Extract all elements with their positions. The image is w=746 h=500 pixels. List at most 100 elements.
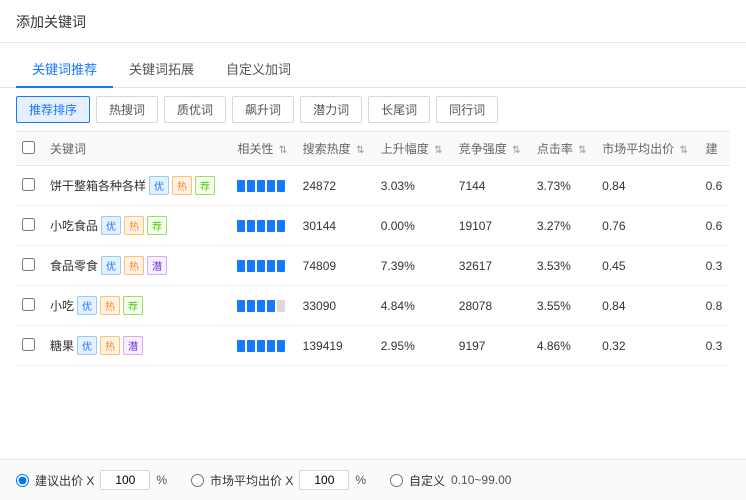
- heat-bar: [277, 180, 285, 192]
- tag-rec: 荐: [147, 216, 167, 235]
- sort-rise-icon: ⇅: [434, 145, 442, 156]
- keyword-table-wrap: 关键词 相关性 ⇅ 搜索热度 ⇅ 上升幅度 ⇅ 竞争强度 ⇅: [0, 131, 746, 366]
- table-row: 食品零食优热潜748097.39%326173.53%0.450.3: [16, 246, 730, 286]
- heat-bar: [257, 340, 265, 352]
- ctr-cell: 4.86%: [531, 326, 596, 366]
- market-bid-label: 市场平均出价 X: [210, 472, 293, 489]
- tag-you: 优: [149, 176, 169, 195]
- rise-cell: 4.84%: [375, 286, 453, 326]
- competition-cell: 28078: [453, 286, 531, 326]
- tag-you: 优: [101, 216, 121, 235]
- keyword-cell: 食品零食优热潜: [44, 246, 231, 286]
- suggest-bid-unit: %: [156, 473, 167, 487]
- tab-hot-search[interactable]: 热搜词: [96, 96, 158, 123]
- header-rise[interactable]: 上升幅度 ⇅: [375, 132, 453, 166]
- row-checkbox-3[interactable]: [22, 298, 35, 311]
- row-checkbox-4[interactable]: [22, 338, 35, 351]
- page-header: 添加关键词: [0, 0, 746, 43]
- rise-cell: 0.00%: [375, 206, 453, 246]
- heat-bar: [237, 340, 245, 352]
- table-row: 小吃优热荐330904.84%280783.55%0.840.8: [16, 286, 730, 326]
- select-all-checkbox[interactable]: [22, 141, 35, 154]
- footer-option-custom: 自定义 0.10~99.00: [390, 472, 511, 489]
- keyword-cell: 饼干整箱各种各样优热荐: [44, 166, 231, 206]
- sort-heat-icon: ⇅: [356, 145, 364, 156]
- header-relevance[interactable]: 相关性 ⇅: [231, 132, 296, 166]
- heat-bar: [257, 180, 265, 192]
- table-header-row: 关键词 相关性 ⇅ 搜索热度 ⇅ 上升幅度 ⇅ 竞争强度 ⇅: [16, 132, 730, 166]
- tag-rec: 荐: [195, 176, 215, 195]
- heat-bar: [267, 300, 275, 312]
- avg-bid-cell: 0.45: [596, 246, 699, 286]
- relevance-cell: [231, 246, 296, 286]
- tab-quality[interactable]: 质优词: [164, 96, 226, 123]
- relevance-cell: [231, 286, 296, 326]
- row-checkbox-2[interactable]: [22, 258, 35, 271]
- tag-you: 优: [77, 336, 97, 355]
- row-checkbox-0[interactable]: [22, 178, 35, 191]
- custom-bid-label: 自定义: [409, 472, 445, 489]
- tag-hot: 热: [100, 336, 120, 355]
- suggest-bid-input[interactable]: [100, 470, 150, 490]
- market-bid-input[interactable]: [299, 470, 349, 490]
- tab-peer[interactable]: 同行词: [436, 96, 498, 123]
- table-row: 糖果优热潜1394192.95%91974.86%0.320.3: [16, 326, 730, 366]
- header-checkbox-col: [16, 132, 44, 166]
- relevance-cell: [231, 326, 296, 366]
- keyword-table: 关键词 相关性 ⇅ 搜索热度 ⇅ 上升幅度 ⇅ 竞争强度 ⇅: [16, 131, 730, 366]
- heat-bar: [267, 180, 275, 192]
- avg-bid-cell: 0.76: [596, 206, 699, 246]
- tab-recommend-sort[interactable]: 推荐排序: [16, 96, 90, 123]
- tab-keyword-recommend[interactable]: 关键词推荐: [16, 51, 113, 88]
- competition-cell: 32617: [453, 246, 531, 286]
- header-avg-bid[interactable]: 市场平均出价 ⇅: [596, 132, 699, 166]
- tag-rec: 荐: [123, 296, 143, 315]
- row-checkbox-1[interactable]: [22, 218, 35, 231]
- heat-cell: 74809: [297, 246, 375, 286]
- radio-market-bid[interactable]: [191, 474, 204, 487]
- heat-bar: [267, 220, 275, 232]
- tab-potential[interactable]: 潜力词: [300, 96, 362, 123]
- custom-bid-range: 0.10~99.00: [451, 473, 511, 487]
- tab-longtail[interactable]: 长尾词: [368, 96, 430, 123]
- sort-competition-icon: ⇅: [512, 145, 520, 156]
- rise-cell: 2.95%: [375, 326, 453, 366]
- competition-cell: 19107: [453, 206, 531, 246]
- heat-bar: [247, 340, 255, 352]
- tag-hot: 热: [100, 296, 120, 315]
- sort-avgbid-icon: ⇅: [680, 145, 688, 156]
- suggest-bid-label: 建议出价 X: [35, 472, 94, 489]
- header-ctr[interactable]: 点击率 ⇅: [531, 132, 596, 166]
- header-competition[interactable]: 竞争强度 ⇅: [453, 132, 531, 166]
- tab-keyword-expand[interactable]: 关键词拓展: [113, 51, 210, 88]
- radio-custom-bid[interactable]: [390, 474, 403, 487]
- heat-bar: [257, 260, 265, 272]
- table-row: 饼干整箱各种各样优热荐248723.03%71443.73%0.840.6: [16, 166, 730, 206]
- table-row: 小吃食品优热荐301440.00%191073.27%0.760.6: [16, 206, 730, 246]
- tab-rising[interactable]: 飙升词: [232, 96, 294, 123]
- heat-bar: [267, 340, 275, 352]
- footer-bar: 建议出价 X % 市场平均出价 X % 自定义 0.10~99.00: [0, 459, 746, 500]
- heat-bar: [247, 220, 255, 232]
- heat-cell: 24872: [297, 166, 375, 206]
- tag-qian: 潜: [123, 336, 143, 355]
- tag-hot: 热: [124, 216, 144, 235]
- heat-bar: [247, 260, 255, 272]
- footer-option-suggest: 建议出价 X %: [16, 470, 167, 490]
- ctr-cell: 3.73%: [531, 166, 596, 206]
- heat-bar: [247, 180, 255, 192]
- header-suggest-bid: 建: [700, 132, 730, 166]
- heat-bar: [257, 300, 265, 312]
- sort-relevance-icon: ⇅: [279, 145, 287, 156]
- heat-bar: [257, 220, 265, 232]
- header-heat[interactable]: 搜索热度 ⇅: [297, 132, 375, 166]
- heat-bar: [237, 180, 245, 192]
- heat-bar: [237, 260, 245, 272]
- tab-custom-add[interactable]: 自定义加词: [210, 51, 307, 88]
- radio-suggest-bid[interactable]: [16, 474, 29, 487]
- tag-hot: 热: [172, 176, 192, 195]
- avg-bid-cell: 0.32: [596, 326, 699, 366]
- market-bid-unit: %: [355, 473, 366, 487]
- relevance-cell: [231, 206, 296, 246]
- ctr-cell: 3.55%: [531, 286, 596, 326]
